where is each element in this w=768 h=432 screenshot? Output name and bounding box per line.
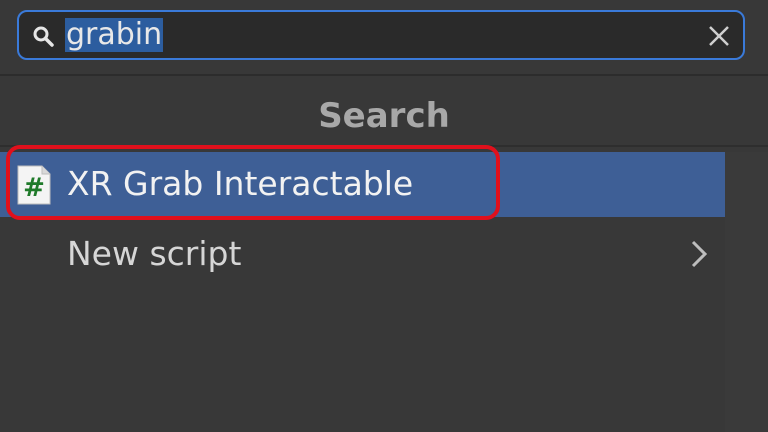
search-bar[interactable]: grabin — [17, 10, 745, 60]
search-input[interactable]: grabin — [65, 18, 164, 52]
clear-search-icon[interactable] — [707, 24, 731, 48]
header-divider — [0, 145, 768, 147]
script-icon: # — [16, 164, 52, 206]
result-item-label: XR Grab Interactable — [67, 164, 414, 203]
divider — [0, 74, 768, 76]
svg-text:#: # — [23, 173, 45, 203]
new-script-label: New script — [67, 234, 242, 273]
add-component-window: grabin Search # XR Grab Interactable New… — [0, 0, 768, 432]
new-script-item[interactable]: New script — [0, 224, 725, 284]
scroll-rail — [725, 152, 768, 432]
chevron-right-icon — [688, 238, 710, 270]
results-header: Search — [318, 96, 450, 136]
search-icon — [32, 25, 54, 47]
result-item-xr-grab-interactable[interactable]: # XR Grab Interactable — [0, 152, 725, 217]
